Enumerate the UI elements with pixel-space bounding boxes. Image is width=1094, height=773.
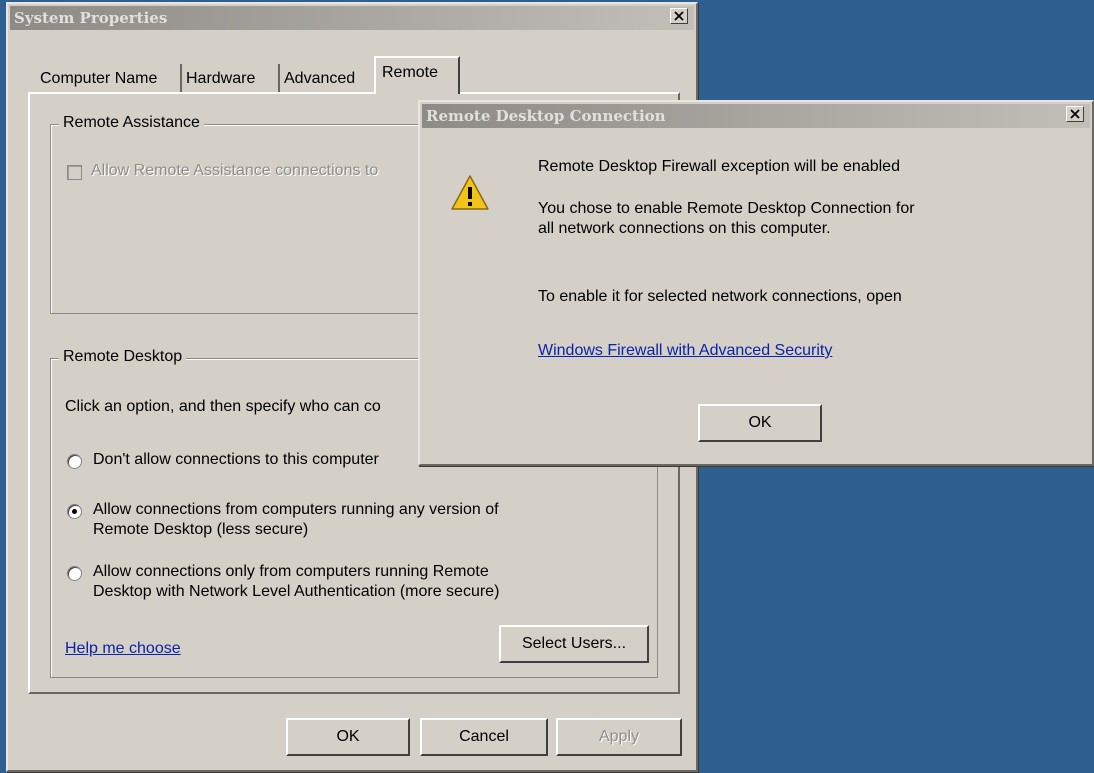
select-users-button[interactable]: Select Users... xyxy=(499,625,649,663)
windows-firewall-link[interactable]: Windows Firewall with Advanced Security xyxy=(538,341,832,361)
remote-desktop-instruction: Click an option, and then specify who ca… xyxy=(65,398,381,415)
window-title: System Properties xyxy=(14,9,168,27)
cancel-button[interactable]: Cancel xyxy=(420,718,548,756)
rdc-close-button[interactable] xyxy=(1066,106,1084,122)
radio-allow-nla-only[interactable] xyxy=(67,566,82,581)
radio-allow-any-version-label-2: Remote Desktop (less secure) xyxy=(93,521,309,538)
system-properties-titlebar[interactable]: System Properties xyxy=(10,6,694,30)
radio-selected-dot xyxy=(72,509,77,514)
close-icon xyxy=(674,11,684,21)
remote-assistance-checkbox[interactable] xyxy=(67,165,82,180)
radio-allow-any-version[interactable] xyxy=(67,504,82,519)
close-button[interactable] xyxy=(670,8,688,24)
tab-computer-name[interactable]: Computer Name xyxy=(34,64,182,94)
apply-button[interactable]: Apply xyxy=(556,718,682,756)
help-me-choose-link[interactable]: Help me choose xyxy=(65,639,181,659)
radio-allow-nla-only-label-1: Allow connections only from computers ru… xyxy=(93,563,489,580)
radio-allow-any-version-label-1: Allow connections from computers running… xyxy=(93,501,499,518)
rdc-instruction: To enable it for selected network connec… xyxy=(538,288,902,305)
radio-dont-allow-label: Don't allow connections to this computer xyxy=(93,451,379,468)
warning-icon xyxy=(451,175,489,210)
rdc-dialog: Remote Desktop Connection Remote Desktop… xyxy=(418,100,1094,466)
remote-assistance-checkbox-label: Allow Remote Assistance connections to xyxy=(91,162,379,179)
rdc-ok-button[interactable]: OK xyxy=(698,404,822,442)
rdc-heading: Remote Desktop Firewall exception will b… xyxy=(538,158,900,175)
close-icon xyxy=(1070,109,1080,119)
tab-remote[interactable]: Remote xyxy=(374,56,460,94)
rdc-message-line2: all network connections on this computer… xyxy=(538,220,831,237)
tab-hardware[interactable]: Hardware xyxy=(180,64,280,94)
remote-assistance-legend: Remote Assistance xyxy=(59,114,204,132)
rdc-dialog-title: Remote Desktop Connection xyxy=(426,107,666,125)
remote-desktop-legend: Remote Desktop xyxy=(59,348,187,366)
rdc-dialog-titlebar[interactable]: Remote Desktop Connection xyxy=(422,104,1090,128)
radio-dont-allow[interactable] xyxy=(67,454,82,469)
rdc-message-line1: You chose to enable Remote Desktop Conne… xyxy=(538,200,915,217)
radio-allow-nla-only-label-2: Desktop with Network Level Authenticatio… xyxy=(93,583,500,600)
tab-advanced[interactable]: Advanced xyxy=(278,64,374,94)
ok-button[interactable]: OK xyxy=(286,718,410,756)
